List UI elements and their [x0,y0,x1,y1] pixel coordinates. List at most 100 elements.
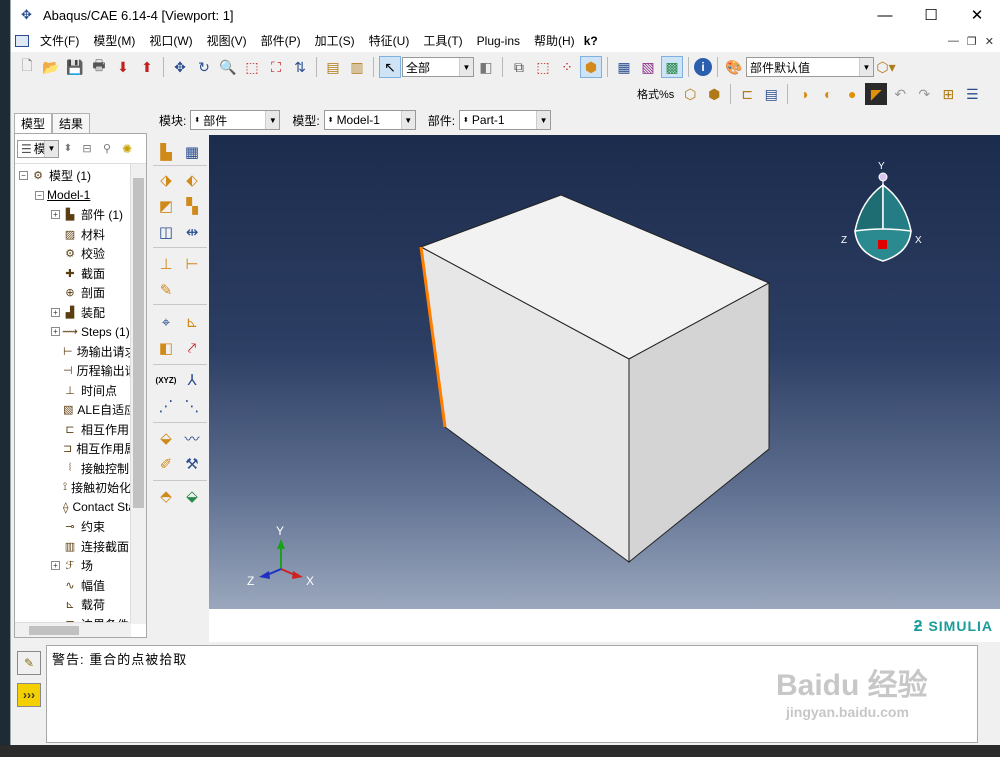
feature-manager-icon[interactable]: ⬘ [155,485,177,507]
tree-item-time-points[interactable]: ⊥ 时间点 [15,381,131,401]
viewport-canvas[interactable]: Y Z X Y Z X [209,135,1000,609]
sphere-icon[interactable]: ● [841,83,863,105]
menu-part[interactable]: 部件(P) [254,30,308,52]
tree-item-part[interactable]: + ▙ 部件 (1) [15,205,131,225]
drag-shape-icon[interactable]: ⬚ [532,56,554,78]
highlight-icon[interactable]: ◤ [865,83,888,105]
redo-icon[interactable]: ↷ [913,83,935,105]
display-group-dropdown[interactable]: 部件默认值 ▼ [746,57,874,77]
hidden-line-icon[interactable]: ▧ [637,56,659,78]
message-tab-icon[interactable]: ✎ [17,651,41,675]
menu-file[interactable]: 文件(F) [33,30,86,52]
datum-axis-icon[interactable]: ⊾ [181,311,203,333]
new-icon[interactable]: 🗋 [16,56,38,78]
menu-tools[interactable]: 工具(T) [416,30,469,52]
tree-item-contact-control[interactable]: ⦚ 接触控制 [15,459,131,479]
expand-toggle-icon[interactable]: + [51,561,60,571]
tree-item-ale[interactable]: ▧ ALE自适应 [15,400,131,420]
open-icon[interactable]: 📂 [40,56,62,78]
scroll-thumb[interactable] [29,626,79,635]
rotate-icon[interactable]: ↻ [193,56,215,78]
expand-toggle-icon[interactable]: + [51,210,60,220]
context-help-icon[interactable]: k? [582,30,600,52]
part-manager-icon[interactable]: ▦ [181,141,203,163]
selection-scope-dropdown[interactable]: 全部 ▼ [402,57,474,77]
tree-item-field-output[interactable]: ⊢ 场输出请求 [15,342,131,362]
save-icon[interactable]: 💾 [64,56,86,78]
spin-icon[interactable]: ⬍ [60,138,76,160]
tree-horizontal-scrollbar[interactable] [15,622,131,637]
tree-item-connector-section[interactable]: ▥ 连接截面 [15,537,131,557]
collapse-toggle-icon[interactable]: − [35,190,44,200]
list-icon[interactable]: ☰ [961,83,983,105]
tree-filter-icon[interactable]: ⚲ [98,138,116,160]
tree-vertical-scrollbar[interactable] [130,164,146,624]
tab-model[interactable]: 模型 [14,113,53,133]
tree-item-material[interactable]: ▨ 材料 [15,225,131,245]
fit-view-icon[interactable]: ⛶ [265,56,287,78]
minimize-button[interactable]: — [862,0,908,30]
close-button[interactable]: ✕ [954,0,1000,30]
tree-item-contact-init[interactable]: ⟟ 接触初始化 [15,478,131,498]
part-select-icon[interactable]: ⬢ [580,56,602,78]
boolean-union-icon[interactable]: ◑ [793,83,815,105]
maximize-button[interactable]: ☐ [908,0,954,30]
tree-item-interaction-property[interactable]: ⊐相互作用属性 [15,439,131,459]
ruler-2-icon[interactable]: ▥ [346,56,368,78]
render-style-label[interactable]: 格式%s [637,86,674,102]
expand-toggle-icon[interactable]: + [51,307,60,317]
mdi-minimize-button[interactable]: — [948,35,959,47]
tree-item-section[interactable]: ✚ 截面 [15,264,131,284]
model-dropdown[interactable]: ⬍ Model-1 ▼ [323,110,416,130]
tree-item-assembly[interactable]: + ▟ 装配 [15,303,131,323]
viewport[interactable]: Y Z X Y Z X [209,135,1000,609]
shaded-icon[interactable]: ▩ [661,56,683,78]
point-offset-icon[interactable]: ⋰ [155,395,177,417]
wireframe-icon[interactable]: ▦ [613,56,635,78]
tree-item-constraint[interactable]: ⊸ 约束 [15,517,131,537]
collapse-tree-icon[interactable]: ⊟ [78,138,96,160]
set-icon[interactable]: ⬙ [155,427,177,449]
repair-tools-icon[interactable]: ⚒ [181,453,203,475]
box-zoom-icon[interactable]: ⬚ [241,56,263,78]
partition-cell-icon[interactable]: ⊢ [181,253,203,275]
select-arrow-icon[interactable]: ↖ [379,56,401,78]
menu-view[interactable]: 视图(V) [200,30,254,52]
view-cube-menu-icon[interactable]: ⬡▾ [875,56,897,78]
menu-help[interactable]: 帮助(H) [527,30,582,52]
tree-item-interaction[interactable]: ⊏ 相互作用 [15,420,131,440]
iso-view-2-icon[interactable]: ⬢ [703,83,725,105]
edit-part-icon[interactable]: ✐ [155,453,177,475]
undo-icon[interactable]: ↶ [889,83,911,105]
xyz-point-icon[interactable]: (XYZ) [153,369,179,391]
selection-filter-icon[interactable]: ⧉ [508,56,530,78]
collapse-toggle-icon[interactable]: − [19,171,28,181]
mdi-close-button[interactable]: ✕ [985,35,994,48]
tree-item-steps[interactable]: + ⟿ Steps (1) [15,322,131,342]
boolean-cut-icon[interactable]: ◐ [817,83,839,105]
round-icon[interactable]: ◫ [155,221,177,243]
tree-item-bc[interactable]: ⊡边界条件 [15,615,131,622]
print-icon[interactable]: 🖶 [88,56,110,78]
cycle-views-icon[interactable]: ⇅ [289,56,311,78]
tree-item-model-1[interactable]: − Model-1 [15,186,131,206]
system-menu-icon[interactable] [15,35,29,47]
mdi-restore-button[interactable]: ❐ [967,35,977,48]
tree-item-history-output[interactable]: ⊣历程输出请求 [15,361,131,381]
solid-extrude-icon[interactable]: ⬗ [155,169,177,191]
wire-icon[interactable]: ◩ [155,195,177,217]
menu-model[interactable]: 模型(M) [86,30,142,52]
partition-icon[interactable]: ⊏ [736,83,758,105]
edit-feature-icon[interactable]: ✎ [155,279,177,301]
skin-icon[interactable]: ⬙ [181,485,203,507]
cut-extrude-icon[interactable]: ▚ [181,195,203,217]
mirror-icon[interactable]: ⇹ [181,221,203,243]
table-icon[interactable]: ▤ [760,83,782,105]
zoom-icon[interactable]: 🔍 [217,56,239,78]
axis-triad-icon[interactable]: ⅄ [181,369,203,391]
info-icon[interactable]: i [694,58,712,76]
create-part-icon[interactable]: ▙ [155,141,177,163]
iso-view-icon[interactable]: ⬡ [679,83,701,105]
ruler-icon[interactable]: ▤ [322,56,344,78]
query-plot-icon[interactable]: 〰 [181,427,203,449]
